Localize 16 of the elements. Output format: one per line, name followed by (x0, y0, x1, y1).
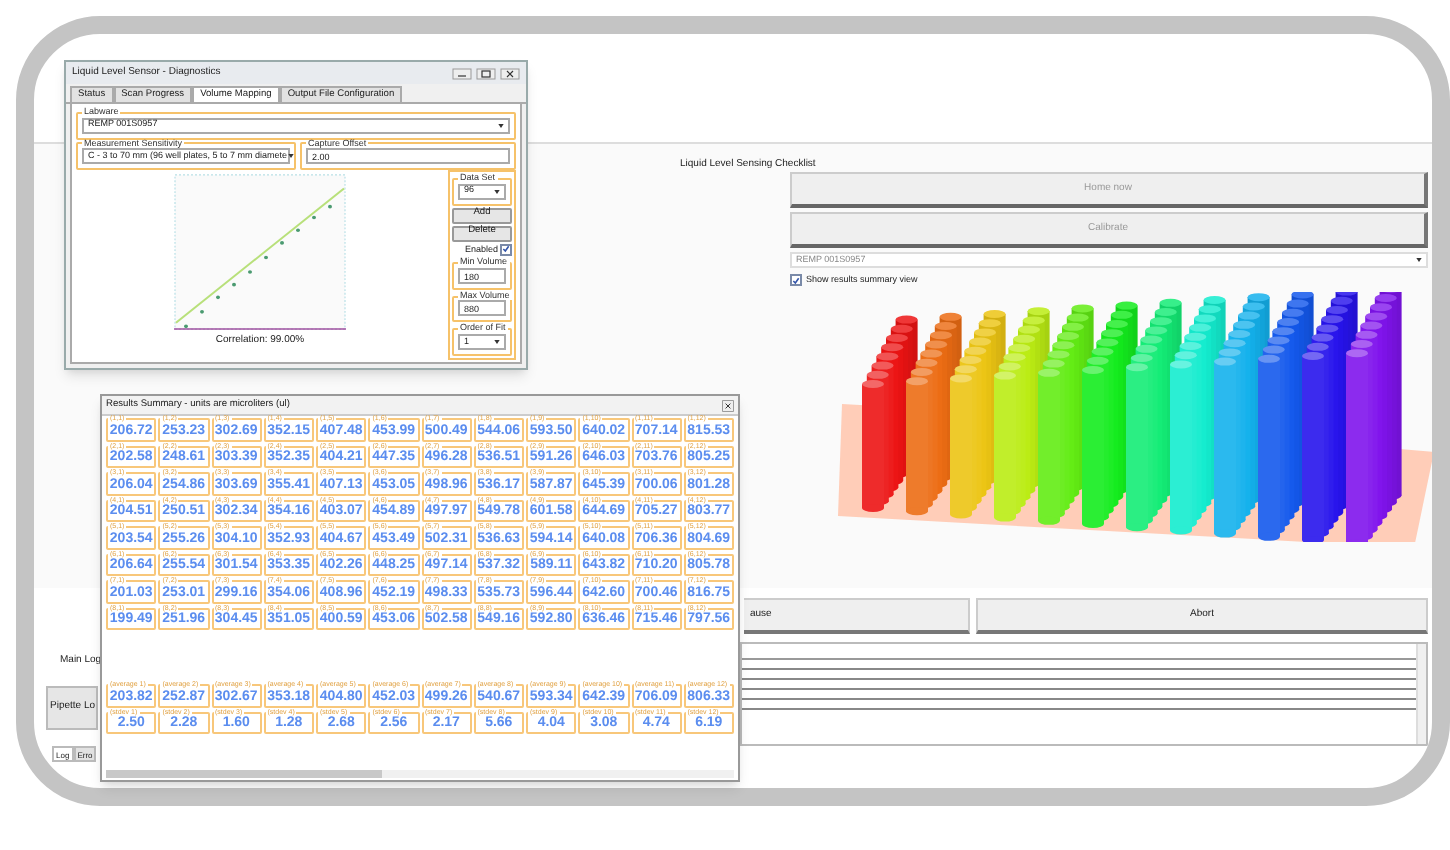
checkmark-icon (502, 244, 510, 255)
caret-icon (494, 189, 500, 193)
caret-icon (1416, 258, 1422, 262)
scrollbar-thumb[interactable] (106, 770, 382, 778)
scrollbar-track[interactable] (106, 770, 734, 778)
checkbox[interactable] (790, 274, 802, 287)
minimize-icon[interactable] (452, 67, 472, 79)
checkmark-icon (792, 275, 800, 286)
caret-icon (494, 339, 500, 344)
maximize-icon[interactable] (476, 67, 496, 79)
close-icon[interactable] (722, 399, 734, 411)
close-icon[interactable] (500, 67, 520, 79)
caret-icon (287, 154, 294, 158)
scrollbar-track[interactable] (1416, 644, 1426, 744)
caret-icon (498, 123, 504, 127)
checkbox[interactable] (500, 243, 512, 256)
